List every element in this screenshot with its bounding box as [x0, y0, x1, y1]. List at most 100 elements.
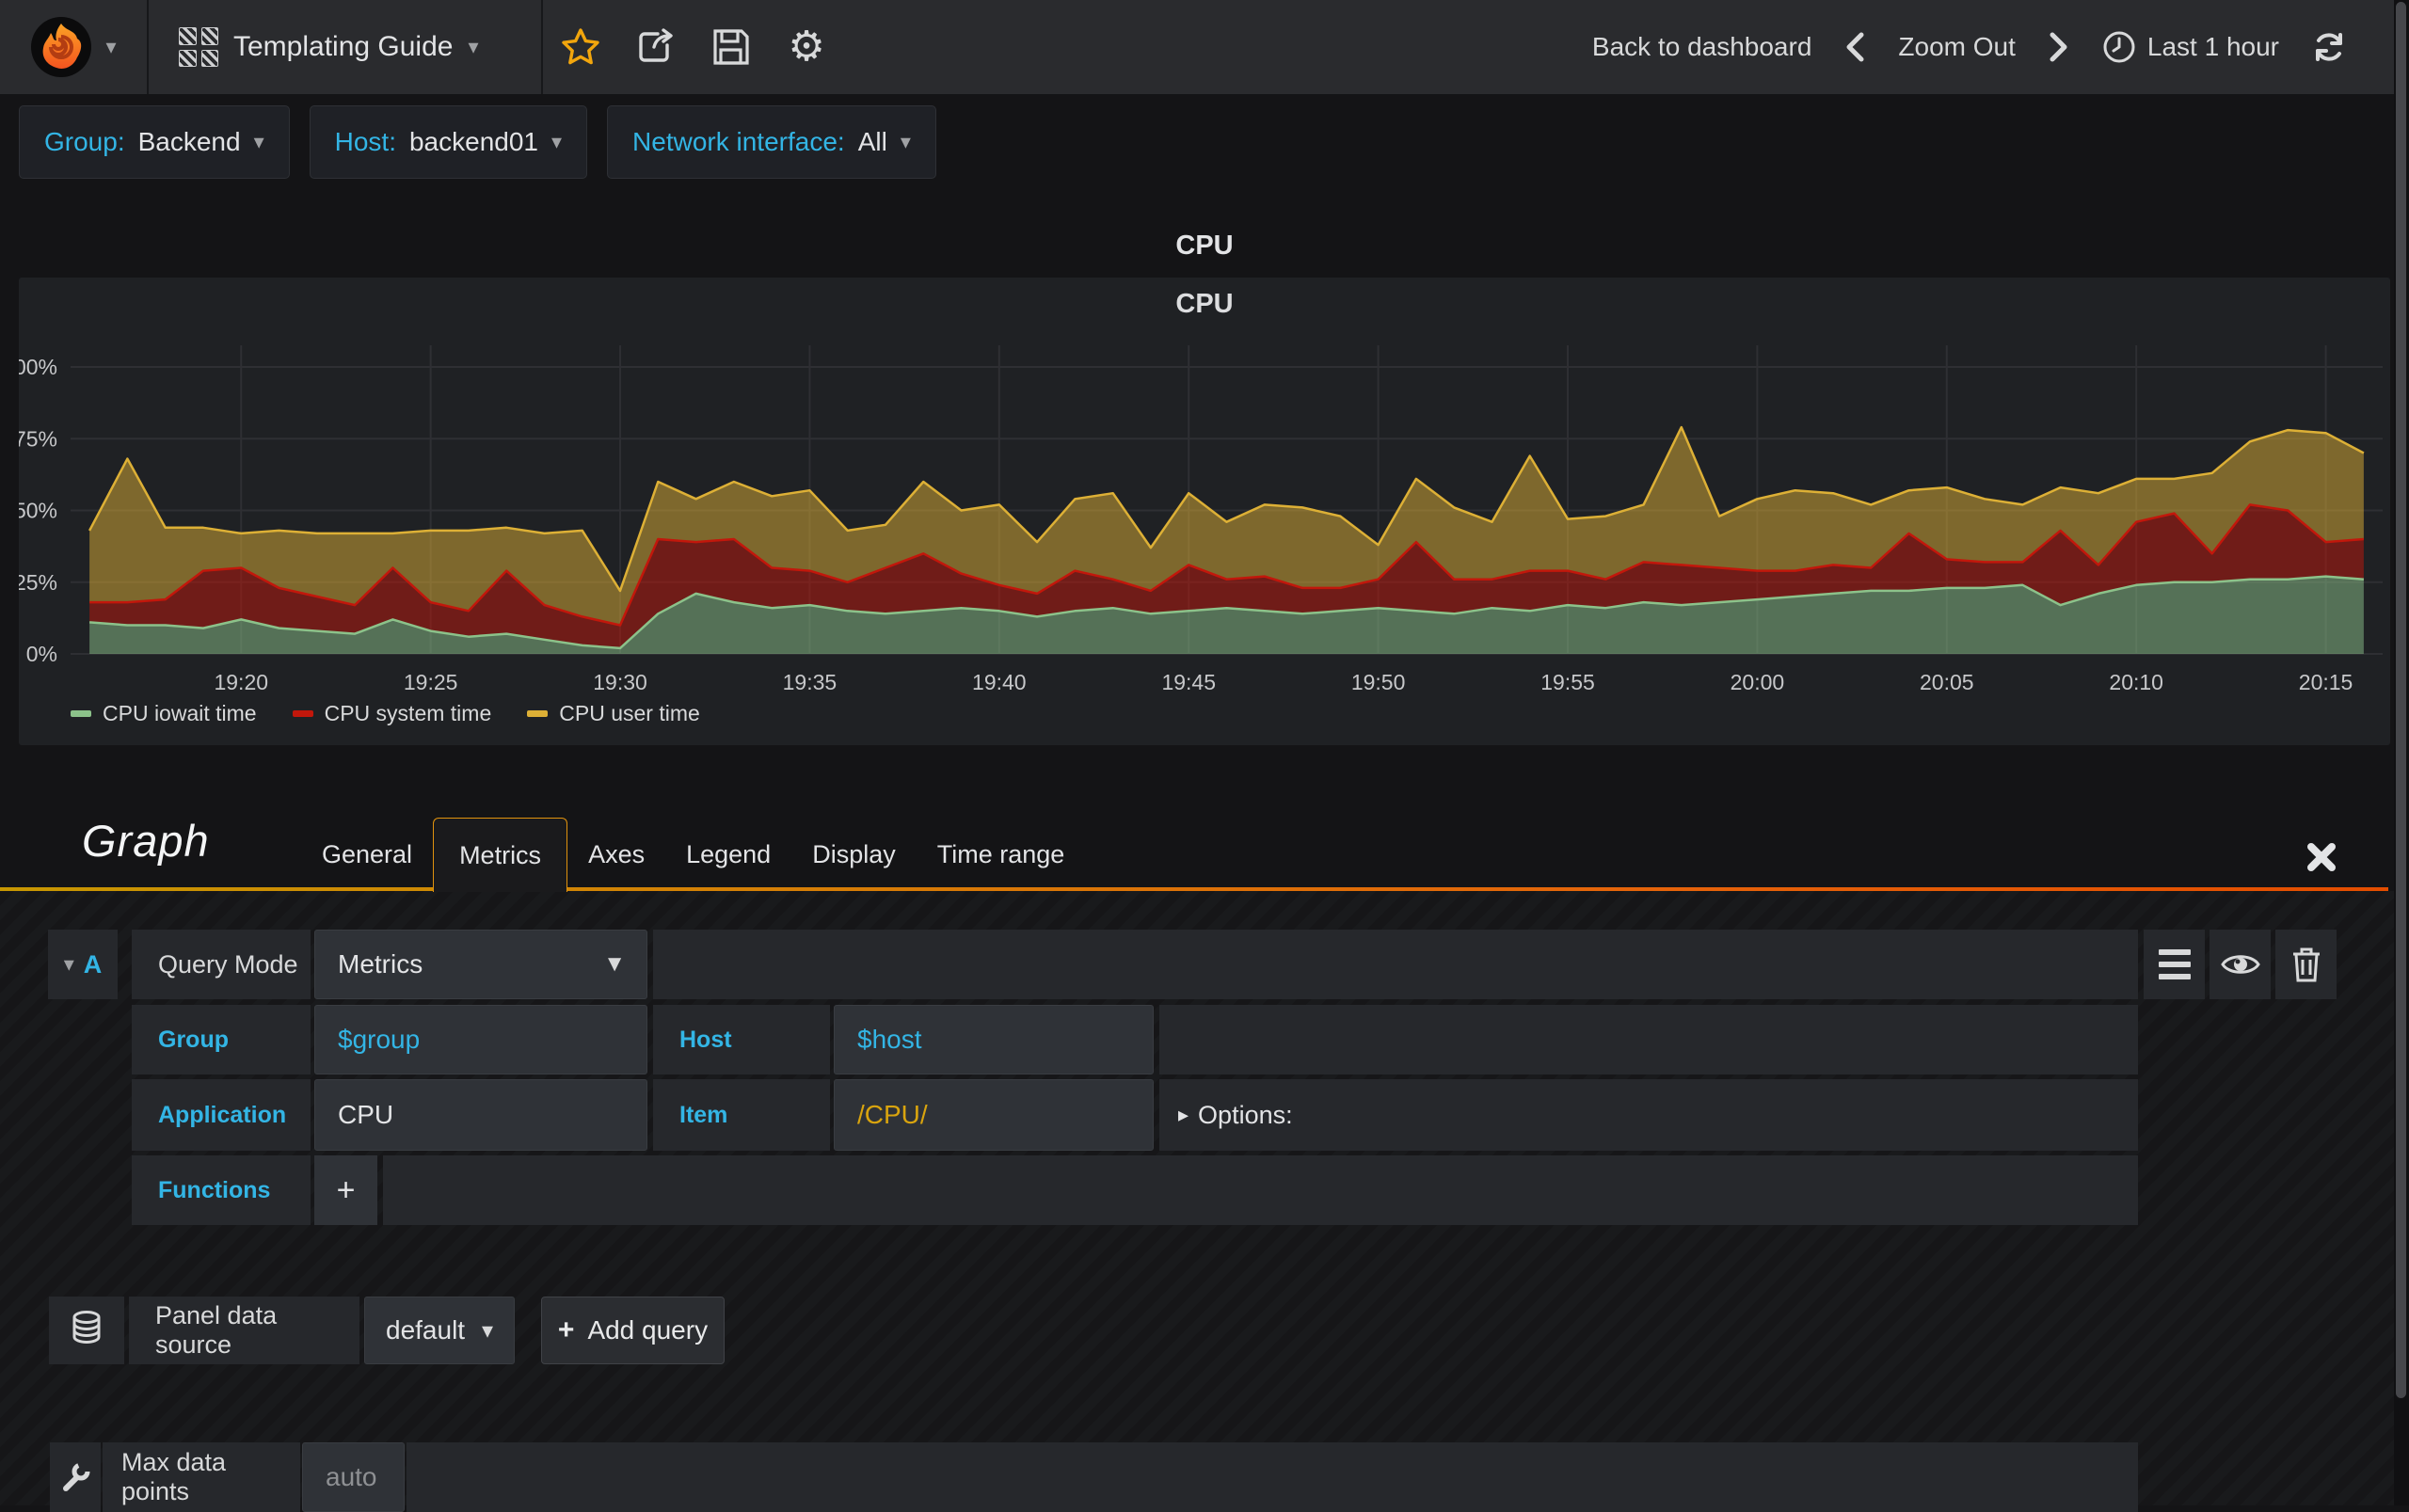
max-data-points-input-cell — [302, 1442, 405, 1512]
gear-button[interactable]: ⚙ — [769, 0, 844, 94]
plus-icon: + — [557, 1314, 575, 1345]
panel-options-icon-cell — [50, 1442, 101, 1512]
grafana-logo-icon — [30, 16, 92, 78]
tab-axes[interactable]: Axes — [567, 818, 665, 892]
panel-header-title: CPU — [1175, 231, 1234, 261]
triangle-right-icon: ▸ — [1178, 1103, 1189, 1126]
application-input[interactable] — [315, 1080, 646, 1150]
tab-metrics[interactable]: Metrics — [433, 818, 568, 892]
svg-text:19:25: 19:25 — [404, 670, 458, 694]
add-query-label: Add query — [587, 1315, 709, 1345]
panel-editor-tabs: General Metrics Axes Legend Display Time… — [301, 818, 1085, 892]
clock-icon — [2103, 31, 2135, 63]
host-input-cell — [834, 1005, 1154, 1074]
svg-text:75%: 75% — [19, 426, 57, 451]
svg-text:20:05: 20:05 — [1920, 670, 1974, 694]
item-label: Item — [653, 1079, 830, 1151]
query-row-filler — [653, 930, 2138, 999]
query-ref-letter: A — [83, 949, 103, 979]
panel-editor-title: Graph — [82, 816, 210, 866]
menu-icon — [2158, 949, 2191, 979]
svg-text:19:35: 19:35 — [783, 670, 838, 694]
add-query-button[interactable]: + Add query — [541, 1297, 725, 1364]
item-input[interactable] — [835, 1080, 1153, 1150]
functions-label: Functions — [132, 1155, 311, 1225]
variable-label: Network interface: — [632, 127, 845, 156]
close-icon — [2307, 843, 2336, 871]
scrollbar-thumb[interactable] — [2396, 2, 2406, 1398]
host-label: Host — [653, 1005, 830, 1074]
svg-text:50%: 50% — [19, 499, 57, 523]
star-button[interactable] — [543, 0, 618, 94]
host-input[interactable] — [835, 1006, 1153, 1074]
tab-general[interactable]: General — [301, 818, 433, 892]
add-function-button[interactable]: + — [314, 1155, 377, 1225]
svg-text:0%: 0% — [26, 642, 57, 666]
variable-host[interactable]: Host: backend01 ▾ — [309, 105, 588, 179]
query-toggle-visibility-button[interactable] — [2210, 930, 2271, 999]
variable-label: Host: — [334, 127, 396, 156]
zoom-out-button[interactable]: Zoom Out — [1898, 32, 2015, 62]
variable-group[interactable]: Group: Backend ▾ — [19, 105, 290, 179]
time-shift-forward-button[interactable] — [2048, 31, 2070, 63]
variable-value: All — [857, 127, 887, 156]
tab-legend[interactable]: Legend — [665, 818, 791, 892]
tab-display[interactable]: Display — [791, 818, 917, 892]
metrics-editor: ▾ A Query Mode Metrics ▼ Group Host Appl… — [0, 891, 2394, 1512]
datasource-select[interactable]: default ▾ — [364, 1297, 515, 1364]
navbar: ▾ Templating Guide ▾ ⚙ Back to dashboard… — [0, 0, 2409, 94]
svg-text:19:50: 19:50 — [1351, 670, 1406, 694]
wrench-icon — [63, 1462, 90, 1491]
grafana-menu-button[interactable]: ▾ — [0, 0, 149, 94]
chevron-down-icon: ▾ — [63, 952, 74, 976]
group-input[interactable] — [315, 1006, 646, 1074]
row-filler — [1159, 1005, 2138, 1074]
tab-time-range[interactable]: Time range — [917, 818, 1086, 892]
time-shift-back-button[interactable] — [1843, 31, 1866, 63]
close-editor-button[interactable] — [2298, 834, 2345, 881]
legend-label: CPU iowait time — [103, 701, 257, 725]
svg-text:19:40: 19:40 — [972, 670, 1027, 694]
variable-value: Backend — [137, 127, 241, 156]
item-input-cell — [834, 1079, 1154, 1151]
back-to-dashboard-link[interactable]: Back to dashboard — [1592, 32, 1812, 62]
svg-text:19:30: 19:30 — [593, 670, 647, 694]
options-toggle[interactable]: ▸ Options: — [1159, 1079, 2138, 1151]
legend-swatch — [527, 710, 549, 717]
svg-text:19:55: 19:55 — [1540, 670, 1595, 694]
refresh-button[interactable] — [2311, 29, 2347, 65]
template-variable-row: Group: Backend ▾ Host: backend01 ▾ Netwo… — [19, 105, 936, 179]
query-mode-value: Metrics — [338, 949, 423, 979]
variable-network-interface[interactable]: Network interface: All ▾ — [607, 105, 936, 179]
svg-text:20:15: 20:15 — [2299, 670, 2353, 694]
query-ref-toggle[interactable]: ▾ A — [48, 930, 118, 999]
cpu-chart-svg[interactable]: 0% 25% 50% 75% 100% 19:20 19:25 19:30 19:35 19:40… — [19, 278, 2390, 745]
max-data-points-label: Max data points — [103, 1442, 300, 1512]
legend-swatch — [292, 710, 313, 717]
datasource-icon-cell — [49, 1297, 124, 1364]
dashboard-title: Templating Guide — [233, 31, 454, 62]
query-mode-select[interactable]: Metrics ▼ — [314, 930, 647, 999]
variable-label: Group: — [44, 127, 125, 156]
max-data-points-input[interactable] — [303, 1443, 404, 1511]
share-button[interactable] — [618, 0, 694, 94]
save-button[interactable] — [694, 0, 769, 94]
legend-item-system[interactable]: CPU system time — [292, 701, 491, 726]
legend-item-user[interactable]: CPU user time — [527, 701, 700, 726]
chevron-down-icon: ▾ — [551, 130, 563, 153]
trash-icon — [2292, 947, 2320, 982]
time-range-picker[interactable]: Last 1 hour — [2102, 30, 2279, 64]
query-delete-button[interactable] — [2275, 930, 2337, 999]
legend-item-iowait[interactable]: CPU iowait time — [71, 701, 257, 726]
chevron-down-icon: ▾ — [468, 35, 479, 58]
database-icon — [72, 1311, 101, 1345]
dashboard-title-picker[interactable]: Templating Guide ▾ — [149, 0, 543, 94]
cpu-graph-panel: CPU 0% 25% 50% 75% 100% 19:20 19:25 19:30 19:35 1… — [19, 278, 2390, 745]
query-menu-button[interactable] — [2144, 930, 2205, 999]
chevron-down-icon: ▾ — [105, 35, 117, 58]
options-label: Options: — [1198, 1100, 1293, 1129]
svg-text:100%: 100% — [19, 355, 57, 379]
chevron-down-icon: ▾ — [481, 1317, 493, 1344]
variable-value: backend01 — [408, 127, 538, 156]
time-range-label: Last 1 hour — [2146, 32, 2279, 61]
